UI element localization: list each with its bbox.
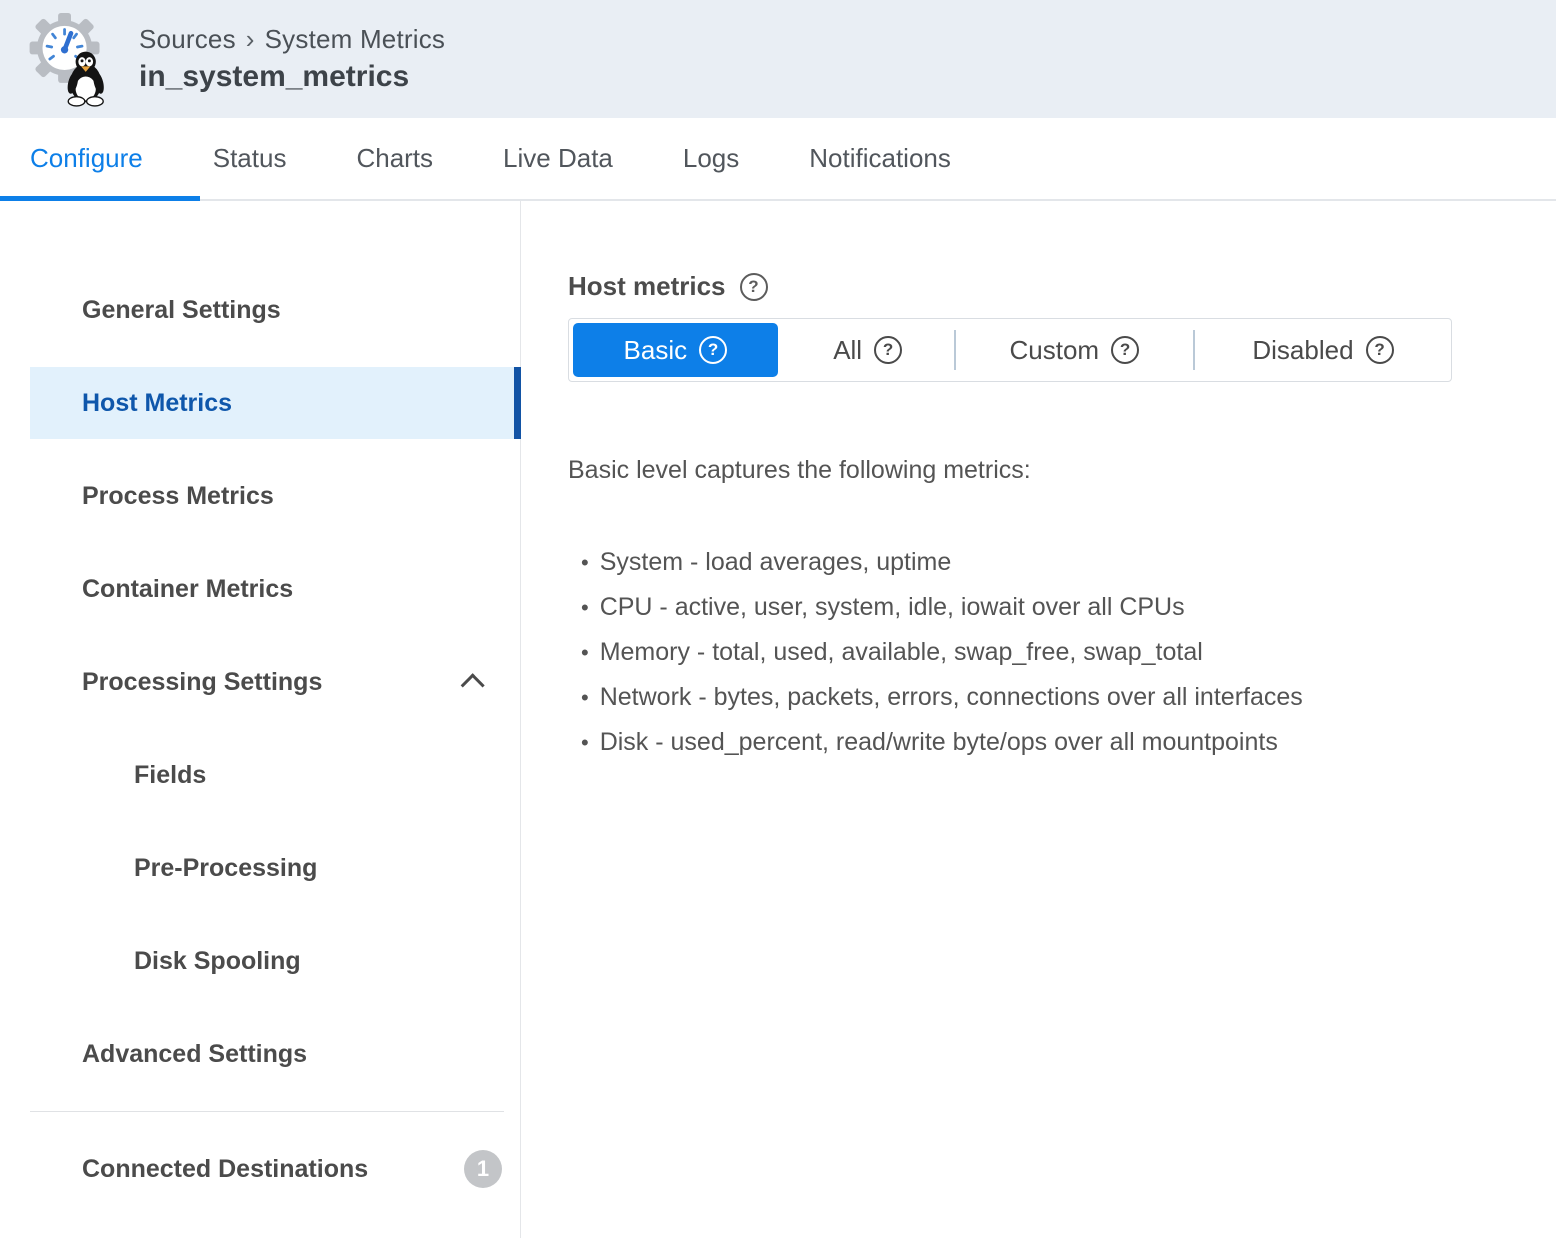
- tab-status[interactable]: Status: [213, 143, 287, 174]
- sidebar-item-disk-spooling[interactable]: Disk Spooling: [30, 925, 520, 997]
- question-circle-icon[interactable]: [699, 336, 727, 364]
- sidebar-item-label: Container Metrics: [82, 575, 293, 604]
- sidebar-item-label: General Settings: [82, 296, 281, 325]
- question-circle-icon[interactable]: [874, 336, 902, 364]
- level-option-disabled[interactable]: Disabled: [1195, 319, 1451, 381]
- section-title: Host metrics: [568, 271, 726, 302]
- config-sidebar: General Settings Host Metrics Process Me…: [0, 201, 521, 1238]
- breadcrumb-page: System Metrics: [265, 24, 445, 54]
- sidebar-item-label: Advanced Settings: [82, 1040, 307, 1069]
- breadcrumb-separator: ›: [246, 24, 255, 54]
- metric-item-cpu: CPU - active, user, system, idle, iowait…: [581, 585, 1556, 630]
- sidebar-item-label: Disk Spooling: [134, 947, 301, 976]
- tab-live-data[interactable]: Live Data: [503, 143, 613, 174]
- sidebar-item-process-metrics[interactable]: Process Metrics: [30, 460, 520, 532]
- level-description: Basic level captures the following metri…: [568, 456, 1556, 485]
- sidebar-item-connected-destinations[interactable]: Connected Destinations 1: [30, 1133, 520, 1205]
- linux-system-metrics-source-icon: [25, 11, 117, 107]
- sidebar-item-processing-settings[interactable]: Processing Settings: [30, 646, 520, 718]
- sidebar-item-label: Processing Settings: [82, 668, 322, 697]
- captured-metrics-list: System - load averages, uptime CPU - act…: [568, 540, 1556, 765]
- question-circle-icon[interactable]: [1366, 336, 1394, 364]
- breadcrumb: Sources › System Metrics: [139, 24, 445, 55]
- host-metrics-level-control: Basic All Custom Disabled: [568, 318, 1452, 382]
- level-option-all[interactable]: All: [782, 319, 954, 381]
- sidebar-item-label: Fields: [134, 761, 206, 790]
- tab-notifications[interactable]: Notifications: [809, 143, 951, 174]
- chevron-up-icon[interactable]: [461, 673, 485, 697]
- host-metrics-panel: Host metrics Basic All Custom Disabled: [521, 201, 1556, 1238]
- segment-label: Basic: [624, 335, 688, 366]
- metric-item-memory: Memory - total, used, available, swap_fr…: [581, 630, 1556, 675]
- metric-item-disk: Disk - used_percent, read/write byte/ops…: [581, 720, 1556, 765]
- segment-label: All: [833, 335, 862, 366]
- sidebar-item-general-settings[interactable]: General Settings: [30, 274, 520, 346]
- sidebar-item-container-metrics[interactable]: Container Metrics: [30, 553, 520, 625]
- question-circle-icon[interactable]: [740, 273, 768, 301]
- page-header: Sources › System Metrics in_system_metrics: [0, 0, 1556, 118]
- page-title: in_system_metrics: [139, 60, 445, 94]
- sidebar-item-fields[interactable]: Fields: [30, 739, 520, 811]
- tab-bar: Configure Status Charts Live Data Logs N…: [0, 118, 1556, 201]
- sidebar-item-pre-processing[interactable]: Pre-Processing: [30, 832, 520, 904]
- level-option-basic[interactable]: Basic: [573, 323, 778, 377]
- sidebar-item-advanced-settings[interactable]: Advanced Settings: [30, 1018, 520, 1090]
- tab-charts[interactable]: Charts: [356, 143, 433, 174]
- question-circle-icon[interactable]: [1111, 336, 1139, 364]
- sidebar-item-label: Process Metrics: [82, 482, 274, 511]
- active-tab-underline: [0, 196, 200, 201]
- tab-configure[interactable]: Configure: [30, 143, 143, 174]
- destination-count-badge: 1: [464, 1150, 502, 1188]
- segment-label: Custom: [1010, 335, 1100, 366]
- breadcrumb-sources-link[interactable]: Sources: [139, 24, 236, 54]
- sidebar-item-label: Pre-Processing: [134, 854, 317, 883]
- tab-logs[interactable]: Logs: [683, 143, 739, 174]
- level-option-custom[interactable]: Custom: [956, 319, 1193, 381]
- metric-item-system: System - load averages, uptime: [581, 540, 1556, 585]
- sidebar-item-host-metrics[interactable]: Host Metrics: [30, 367, 520, 439]
- sidebar-item-label: Host Metrics: [82, 389, 232, 418]
- sidebar-divider: [30, 1111, 504, 1112]
- metric-item-network: Network - bytes, packets, errors, connec…: [581, 675, 1556, 720]
- segment-label: Disabled: [1252, 335, 1353, 366]
- sidebar-item-label: Connected Destinations: [82, 1155, 368, 1184]
